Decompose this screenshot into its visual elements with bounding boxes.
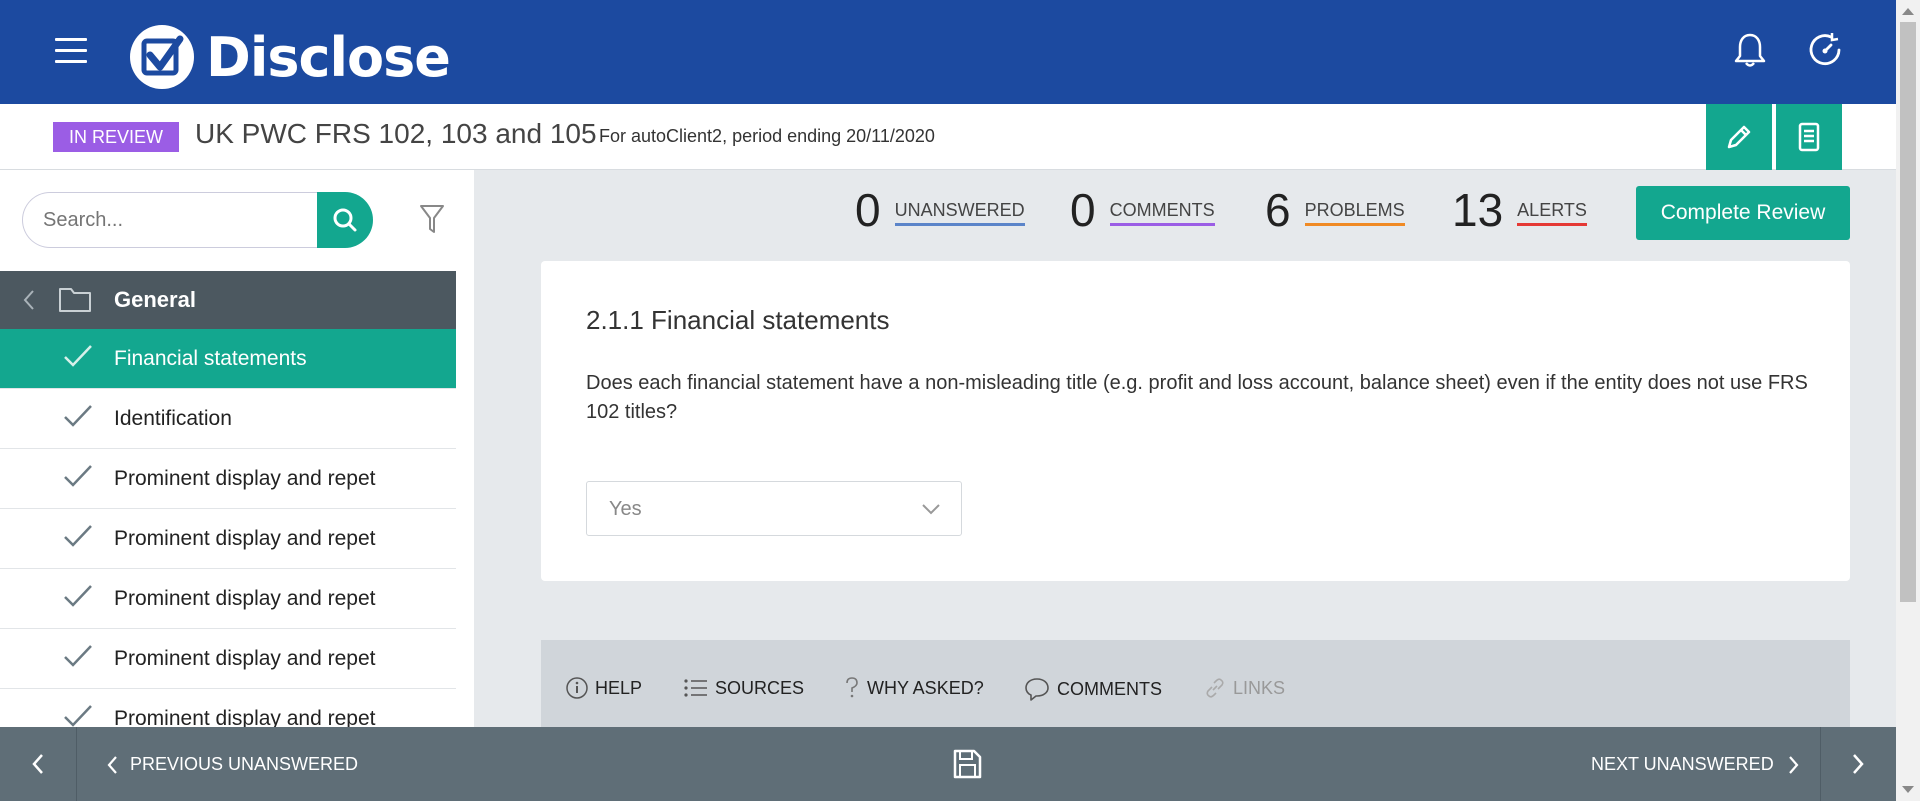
logo[interactable]: Disclose: [130, 25, 451, 89]
chevron-down-icon: [922, 504, 940, 515]
chevron-left-icon: [107, 755, 117, 774]
stat-count: 0: [855, 184, 881, 236]
tab-label: SOURCES: [715, 677, 805, 698]
chevron-left-icon: [32, 754, 43, 774]
hamburger-menu-icon[interactable]: [55, 38, 87, 64]
tab-sources[interactable]: SOURCES: [683, 676, 804, 700]
tab-label: COMMENTS: [1057, 678, 1162, 699]
stat-comments[interactable]: 0 COMMENTS: [1070, 184, 1215, 236]
list-item[interactable]: Prominent display and repet: [0, 629, 456, 689]
previous-button[interactable]: [0, 727, 76, 801]
question-title: 2.1.1 Financial statements: [586, 305, 890, 335]
report-button[interactable]: [1776, 104, 1842, 170]
info-icon: [566, 677, 588, 699]
chevron-right-icon: [1853, 754, 1864, 774]
list-item[interactable]: Prominent display and repet: [0, 449, 456, 509]
save-icon[interactable]: [950, 747, 984, 781]
tab-links[interactable]: LINKS: [1203, 676, 1285, 700]
question-mark-icon: [846, 677, 858, 698]
search-input[interactable]: [22, 192, 322, 248]
document-icon: [1798, 122, 1820, 152]
bell-icon[interactable]: [1730, 30, 1770, 70]
next-button[interactable]: [1820, 727, 1896, 801]
scrollbar-thumb[interactable]: [1900, 22, 1916, 602]
stat-label: UNANSWERED: [894, 200, 1025, 226]
stat-problems[interactable]: 6 PROBLEMS: [1265, 184, 1405, 236]
top-header: Disclose: [0, 0, 1896, 104]
sidebar-item-label: Prominent display and repet: [114, 527, 376, 550]
sidebar-item-label: Prominent display and repet: [114, 647, 376, 670]
check-icon: [64, 705, 92, 727]
stat-unanswered[interactable]: 0 UNANSWERED: [855, 184, 1025, 236]
footer-nav: PREVIOUS UNANSWERED NEXT UNANSWERED: [0, 727, 1896, 801]
logo-check-icon: [130, 25, 194, 89]
sidebar-item-label: Financial statements: [114, 347, 307, 370]
page-scrollbar[interactable]: [1896, 0, 1920, 801]
edit-button[interactable]: [1706, 104, 1772, 170]
list-item[interactable]: Prominent display and repet: [0, 509, 456, 569]
previous-unanswered-label: PREVIOUS UNANSWERED: [130, 754, 359, 774]
sidebar: General Financial statements Identificat…: [0, 170, 474, 727]
complete-review-button[interactable]: Complete Review: [1636, 186, 1850, 240]
check-icon: [64, 585, 92, 607]
question-card: 2.1.1 Financial statements Does each fin…: [541, 261, 1850, 581]
sidebar-item-label: Prominent display and repet: [114, 707, 376, 727]
sidebar-item-financial-statements[interactable]: Financial statements: [0, 329, 456, 389]
dashboard-refresh-icon[interactable]: [1805, 30, 1845, 70]
check-icon: [64, 345, 92, 367]
sidebar-nav-list: Financial statements Identification Prom…: [0, 329, 456, 727]
next-unanswered-link[interactable]: NEXT UNANSWERED: [1591, 754, 1800, 775]
sidebar-folder-general[interactable]: General: [0, 271, 456, 329]
tab-label: HELP: [595, 677, 643, 698]
brand-name: Disclose: [206, 25, 451, 89]
speech-bubble-icon: [1025, 678, 1049, 701]
tab-label: LINKS: [1233, 677, 1286, 698]
stat-count: 13: [1452, 184, 1504, 236]
sidebar-item-identification[interactable]: Identification: [0, 389, 456, 449]
list-item[interactable]: Prominent display and repet: [0, 689, 456, 727]
list-icon: [684, 679, 707, 697]
chevron-left-icon[interactable]: [20, 287, 38, 313]
folder-icon: [59, 288, 91, 312]
pencil-icon: [1727, 125, 1751, 149]
stat-label: ALERTS: [1517, 200, 1587, 226]
scroll-up-arrow-icon[interactable]: [1902, 8, 1914, 15]
list-item[interactable]: Prominent display and repet: [0, 569, 456, 629]
document-subtitle: For autoClient2, period ending 20/11/202…: [599, 126, 935, 146]
folder-label: General: [114, 287, 196, 312]
tab-why-asked[interactable]: WHY ASKED?: [843, 676, 984, 700]
check-icon: [64, 645, 92, 667]
status-badge: IN REVIEW: [53, 122, 180, 152]
tab-comments[interactable]: COMMENTS: [1023, 676, 1162, 702]
previous-unanswered-link[interactable]: PREVIOUS UNANSWERED: [106, 754, 358, 775]
document-header: IN REVIEW UK PWC FRS 102, 103 and 105 Fo…: [0, 104, 1896, 170]
link-icon: [1206, 678, 1224, 698]
info-tabs: HELP SOURCES WHY ASKED? COMMENTS LINKS: [541, 640, 1850, 730]
search-button[interactable]: [317, 192, 373, 248]
stat-label: COMMENTS: [1109, 200, 1215, 226]
answer-select[interactable]: Yes: [586, 481, 962, 536]
sidebar-item-label: Prominent display and repet: [114, 587, 376, 610]
stat-alerts[interactable]: 13 ALERTS: [1452, 184, 1587, 236]
filter-icon[interactable]: [418, 202, 446, 236]
stat-count: 6: [1265, 184, 1291, 236]
next-unanswered-label: NEXT UNANSWERED: [1591, 754, 1774, 774]
stat-count: 0: [1070, 184, 1096, 236]
tab-help[interactable]: HELP: [565, 676, 642, 700]
chevron-right-icon: [1788, 755, 1799, 774]
check-icon: [64, 465, 92, 487]
check-icon: [64, 405, 92, 427]
sidebar-item-label: Identification: [114, 407, 232, 430]
scroll-down-arrow-icon[interactable]: [1902, 786, 1914, 793]
stat-label: PROBLEMS: [1304, 200, 1405, 226]
question-text: Does each financial statement have a non…: [586, 372, 1808, 423]
document-title: UK PWC FRS 102, 103 and 105: [195, 118, 597, 149]
answer-value: Yes: [609, 498, 642, 520]
search-icon: [333, 208, 357, 232]
check-icon: [64, 525, 92, 547]
sidebar-item-label: Prominent display and repet: [114, 467, 376, 490]
tab-label: WHY ASKED?: [867, 677, 984, 698]
